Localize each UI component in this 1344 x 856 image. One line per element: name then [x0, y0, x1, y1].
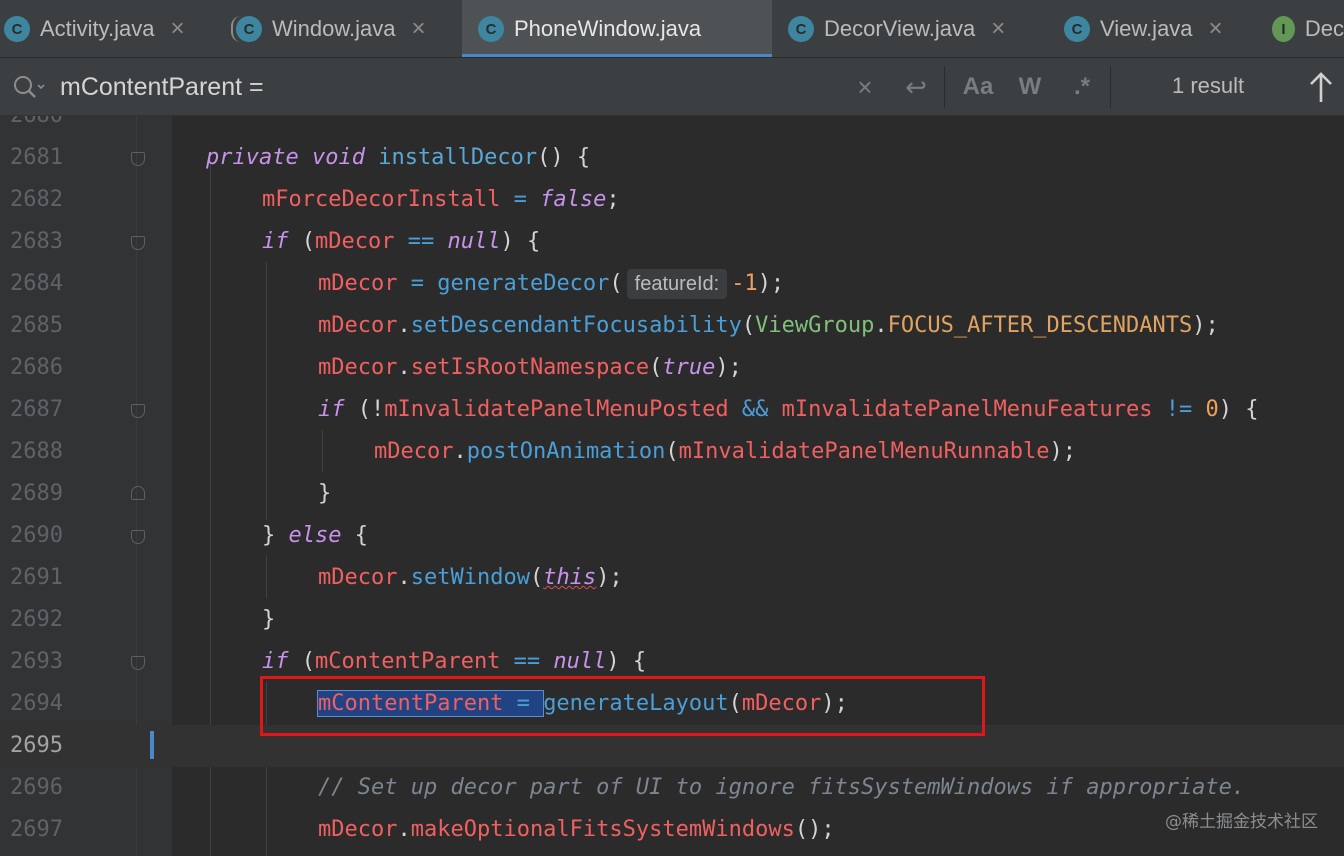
- fold-marker-icon[interactable]: [131, 486, 145, 500]
- divider: [944, 66, 945, 108]
- code-line: 2697 mDecor.makeOptionalFitsSystemWindow…: [0, 809, 1344, 851]
- fold-marker-icon[interactable]: [131, 152, 145, 166]
- parameter-hint: featureId:: [626, 269, 728, 299]
- line-number: 2680: [10, 116, 80, 137]
- tab-label: View.java: [1100, 16, 1193, 41]
- code-text: }: [318, 481, 332, 506]
- line-number: 2685: [10, 313, 63, 338]
- code-line: 2686 mDecor.setIsRootNamespace(true);: [0, 347, 1344, 389]
- code-text: mForceDecorInstall = false;: [262, 187, 620, 212]
- code-line: 2681 private void installDecor() {: [0, 137, 1344, 179]
- line-number: 2690: [10, 523, 63, 548]
- class-icon: C: [4, 16, 30, 42]
- fold-marker-icon[interactable]: [131, 236, 145, 250]
- close-icon[interactable]: ×: [991, 15, 1005, 43]
- watermark: @稀土掘金技术社区: [1165, 812, 1318, 832]
- code-line: 2690 } else {: [0, 515, 1344, 557]
- close-icon[interactable]: ×: [1209, 15, 1223, 43]
- new-line-icon[interactable]: ↩: [900, 72, 932, 102]
- code-text: private void installDecor() {: [206, 145, 591, 170]
- code-text: mDecor.makeOptionalFitsSystemWindows();: [318, 817, 835, 842]
- tab-phonewindow-java[interactable]: C PhoneWindow.java: [462, 0, 772, 57]
- code-editor[interactable]: 2680 2681 private void installDecor() { …: [0, 116, 1344, 856]
- annotation-highlight-box: [260, 676, 985, 736]
- code-text: if (mDecor == null) {: [262, 229, 541, 254]
- tab-label: DecorView.java: [824, 16, 976, 41]
- code-line: 2688 mDecor.postOnAnimation(mInvalidateP…: [0, 431, 1344, 473]
- line-number: 2693: [10, 649, 63, 674]
- divider: [1110, 66, 1111, 108]
- code-comment: // Set up decor part of UI to ignore fit…: [318, 775, 1246, 800]
- line-number: 2681: [10, 145, 63, 170]
- code-text: } else {: [262, 523, 368, 548]
- code-line: 2685 mDecor.setDescendantFocusability(Vi…: [0, 305, 1344, 347]
- line-number: 2687: [10, 397, 63, 422]
- tab-label: Activity.java: [40, 16, 155, 41]
- line-number: 2694: [10, 691, 63, 716]
- line-number: 2684: [10, 271, 63, 296]
- clear-search-icon[interactable]: ×: [850, 72, 880, 102]
- line-number: 2682: [10, 187, 63, 212]
- class-icon: C: [478, 16, 504, 42]
- line-number: 2683: [10, 229, 63, 254]
- class-icon: C: [788, 16, 814, 42]
- code-line: 2680: [0, 116, 1344, 137]
- line-number: 2697: [10, 817, 63, 842]
- tab-dec-truncated[interactable]: I Dec: [1258, 0, 1344, 57]
- previous-occurrence-icon[interactable]: [1306, 68, 1336, 106]
- code-text: mDecor.setDescendantFocusability(ViewGro…: [318, 313, 1219, 338]
- code-line: 2689 }: [0, 473, 1344, 515]
- close-icon[interactable]: ×: [412, 15, 426, 43]
- code-line: 2692 }: [0, 599, 1344, 641]
- code-text: mDecor = generateDecor(featureId: -1);: [318, 263, 784, 305]
- code-line: 2684 mDecor = generateDecor(featureId: -1…: [0, 263, 1344, 305]
- tab-view-java[interactable]: C View.java ×: [1048, 0, 1258, 57]
- code-text: mDecor.setIsRootNamespace(true);: [318, 355, 742, 380]
- tab-window-java[interactable]: C Window.java ×: [222, 0, 460, 57]
- editor-tab-bar: C Activity.java × C Window.java × C Phon…: [0, 0, 1344, 58]
- line-number: 2692: [10, 607, 63, 632]
- line-number: 2689: [10, 481, 63, 506]
- code-line: 2687 if (!mInvalidatePanelMenuPosted && …: [0, 389, 1344, 431]
- code-text: mDecor.setWindow(this);: [318, 565, 623, 590]
- line-number: 2691: [10, 565, 63, 590]
- interface-icon: I: [1272, 16, 1295, 42]
- find-bar: × ↩ Aa W .* 1 result: [0, 58, 1344, 116]
- regex-toggle[interactable]: .*: [1066, 72, 1098, 102]
- tab-activity-java[interactable]: C Activity.java ×: [0, 0, 222, 57]
- search-input[interactable]: [60, 70, 760, 104]
- fold-marker-icon[interactable]: [131, 404, 145, 418]
- abstract-class-icon: C: [231, 16, 262, 42]
- tab-label: PhoneWindow.java: [514, 16, 702, 41]
- close-icon[interactable]: ×: [171, 15, 185, 43]
- search-result-count: 1 result: [1172, 73, 1245, 98]
- change-marker: [150, 731, 154, 759]
- line-number: 2688: [10, 439, 63, 464]
- tab-label: Window.java: [272, 16, 396, 41]
- code-text: }: [262, 607, 276, 632]
- whole-words-toggle[interactable]: W: [1014, 72, 1046, 102]
- search-history-icon[interactable]: [12, 74, 46, 100]
- code-line: 2696 // Set up decor part of UI to ignor…: [0, 767, 1344, 809]
- code-line: 2691 mDecor.setWindow(this);: [0, 557, 1344, 599]
- fold-marker-icon[interactable]: [131, 530, 145, 544]
- line-number: 2695: [10, 733, 63, 758]
- class-icon: C: [1064, 16, 1090, 42]
- code-text: mDecor.postOnAnimation(mInvalidatePanelM…: [374, 439, 1077, 464]
- fold-marker-icon[interactable]: [131, 656, 145, 670]
- tab-label: Dec: [1304, 16, 1344, 41]
- code-text: if (!mInvalidatePanelMenuPosted && mInva…: [318, 397, 1259, 422]
- tab-decorview-java[interactable]: C DecorView.java ×: [772, 0, 1048, 57]
- code-line: 2682 mForceDecorInstall = false;: [0, 179, 1344, 221]
- match-case-toggle[interactable]: Aa: [958, 72, 998, 102]
- line-number: 2696: [10, 775, 63, 800]
- line-number: 2686: [10, 355, 63, 380]
- code-line: 2683 if (mDecor == null) {: [0, 221, 1344, 263]
